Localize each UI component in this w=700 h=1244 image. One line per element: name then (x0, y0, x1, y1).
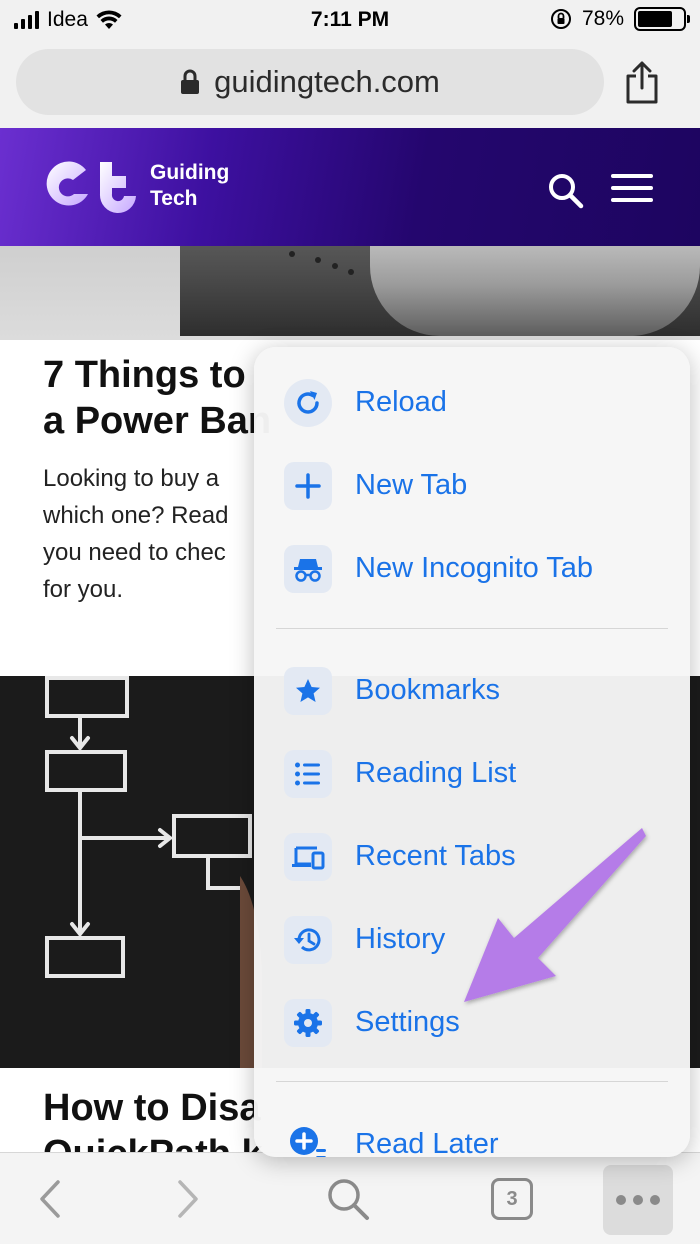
incognito-icon (284, 544, 332, 593)
menu-item-label: Reload (355, 386, 447, 418)
devices-icon (284, 832, 332, 881)
share-icon[interactable] (624, 60, 660, 104)
site-logo-text: Guiding Tech (150, 161, 230, 210)
hamburger-menu-icon[interactable] (611, 174, 653, 210)
tab-count: 3 (491, 1178, 533, 1220)
menu-item-label: Bookmarks (355, 674, 501, 706)
search-icon (328, 1179, 369, 1220)
menu-item-new-incognito-tab[interactable]: New Incognito Tab (254, 527, 690, 610)
menu-divider (276, 1081, 668, 1082)
battery-fill (638, 11, 673, 27)
plus-icon (284, 461, 332, 510)
battery-icon (634, 7, 690, 31)
article-hero-image[interactable] (0, 246, 700, 340)
address-bar[interactable]: guidingtech.com (16, 49, 604, 115)
guiding-tech-logo[interactable] (40, 158, 140, 214)
menu-item-new-tab[interactable]: New Tab (254, 444, 690, 527)
tab-switcher-button[interactable]: 3 (482, 1153, 542, 1244)
history-icon (284, 915, 332, 964)
lock-icon (181, 69, 200, 94)
menu-item-reading-list[interactable]: Reading List (254, 732, 690, 815)
menu-item-read-later[interactable]: Read Later (254, 1103, 690, 1157)
battery-percent: 78% (581, 7, 624, 30)
chevron-right-icon (178, 1180, 198, 1218)
chevron-left-icon (40, 1180, 60, 1218)
gear-icon (284, 998, 332, 1047)
add-circle-icon (284, 1121, 332, 1157)
menu-item-label: Reading List (355, 757, 517, 789)
status-bar: Idea 7:11 PM 78% (0, 0, 700, 40)
more-menu-button[interactable] (603, 1165, 673, 1235)
more-dot-icon (616, 1195, 626, 1205)
back-button[interactable] (20, 1153, 80, 1244)
site-header: Guiding Tech (0, 128, 700, 246)
browser-toolbar: 3 (0, 1152, 700, 1244)
list-icon (284, 749, 332, 798)
more-dot-icon (650, 1195, 660, 1205)
menu-divider (276, 628, 668, 629)
star-icon (284, 666, 332, 715)
menu-item-label: New Incognito Tab (355, 552, 594, 584)
menu-item-reload[interactable]: Reload (254, 361, 690, 444)
power-bank-photo (289, 251, 354, 275)
url-text: guidingtech.com (214, 64, 440, 99)
menu-item-label: New Tab (355, 469, 468, 501)
browser-address-area: guidingtech.com (0, 40, 700, 128)
annotation-arrow-icon (464, 828, 646, 1002)
reload-icon (284, 378, 332, 427)
menu-item-label: History (355, 923, 446, 955)
site-search-icon[interactable] (548, 173, 584, 209)
more-dot-icon (633, 1195, 643, 1205)
forward-button[interactable] (158, 1153, 218, 1244)
menu-item-bookmarks[interactable]: Bookmarks (254, 649, 690, 732)
browser-menu: Reload New Tab New Incognito Tab Bookmar… (254, 347, 690, 1157)
toolbar-search-button[interactable] (318, 1153, 378, 1244)
orientation-lock-icon (550, 9, 571, 29)
menu-item-label: Read Later (355, 1128, 499, 1157)
